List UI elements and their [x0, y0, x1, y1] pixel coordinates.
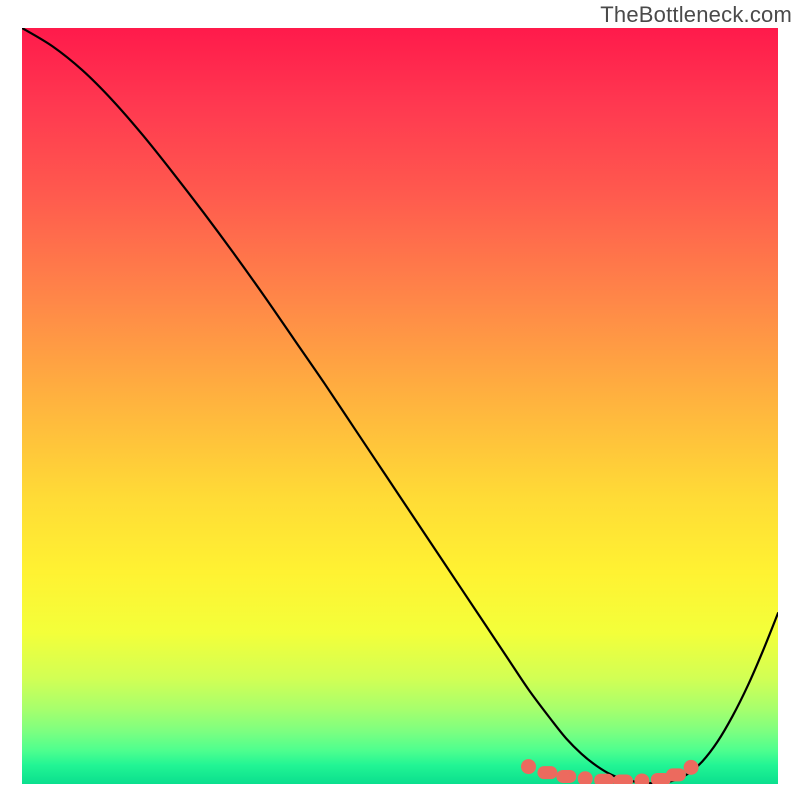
marker-dot: [684, 760, 699, 775]
marker-dot: [521, 759, 536, 774]
plot-area: [22, 28, 778, 784]
watermark-text: TheBottleneck.com: [600, 2, 792, 28]
marker-pill: [613, 774, 633, 784]
plot-svg: [22, 28, 778, 784]
marker-pill: [556, 770, 576, 783]
chart-canvas: TheBottleneck.com: [0, 0, 800, 800]
marker-pill: [666, 768, 686, 781]
marker-pill: [594, 774, 614, 784]
marker-pill: [537, 766, 557, 779]
gradient-background: [22, 28, 778, 784]
